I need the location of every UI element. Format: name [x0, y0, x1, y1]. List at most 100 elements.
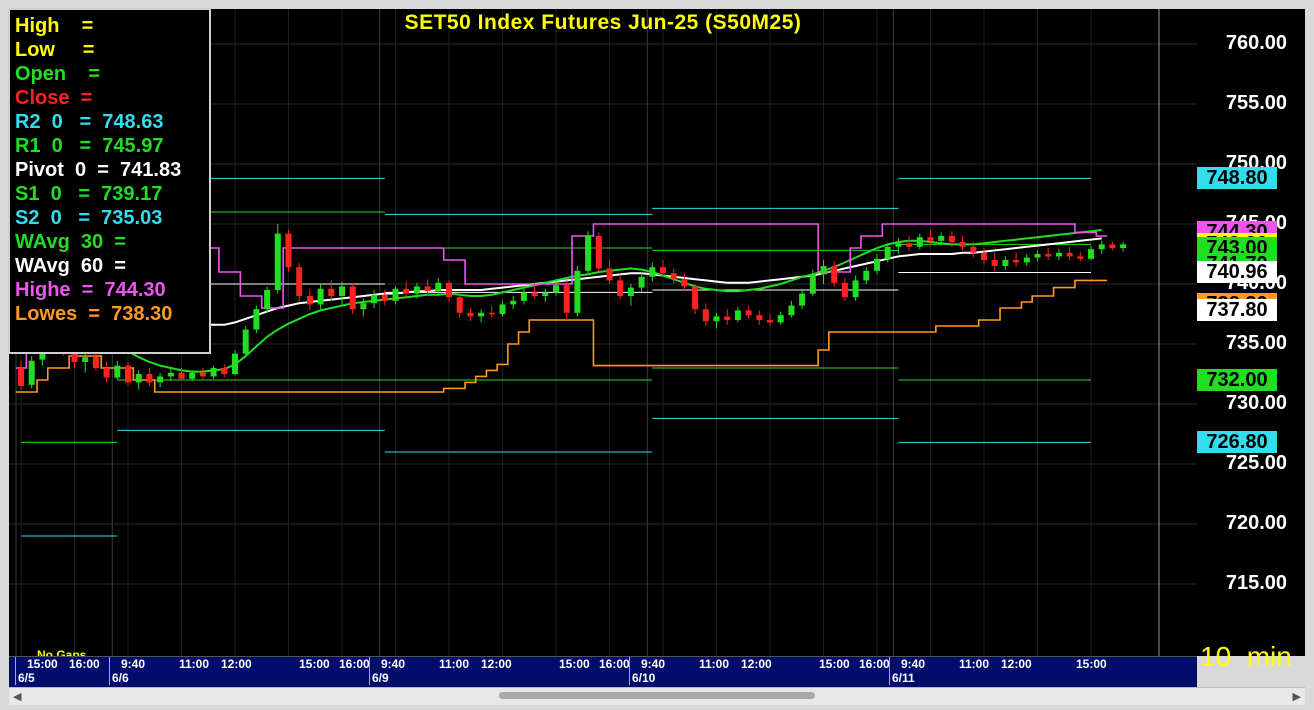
legend-row: WAvg 60 = — [15, 255, 126, 277]
x-time-label: 9:40 — [121, 657, 146, 671]
y-value-badge: 737.80 — [1197, 299, 1277, 322]
x-time-label: 15:00 — [299, 657, 330, 671]
candle-down — [446, 282, 452, 298]
x-time-label: 12:00 — [221, 657, 252, 671]
candle-up — [520, 292, 527, 301]
candle-down — [563, 285, 570, 313]
legend-row: S2 0 = 735.03 — [15, 207, 163, 229]
scroll-thumb[interactable] — [499, 692, 815, 699]
y-tick-label: 735.00 — [1225, 332, 1287, 354]
y-value-badge: 732.00 — [1197, 369, 1277, 391]
legend-row: Open = — [15, 63, 101, 85]
legend-row: Lowes = 738.30 — [15, 303, 173, 325]
x-time-label: 11:00 — [179, 657, 210, 671]
candle-down — [296, 267, 303, 296]
candle-down — [1066, 252, 1073, 257]
candle-down — [424, 286, 431, 292]
x-date-label: 6/11 — [892, 671, 915, 685]
price-axis[interactable]: 760.00755.00750.00745.00740.00735.00730.… — [1197, 9, 1305, 656]
x-session-separator — [629, 657, 630, 685]
candle-up — [510, 300, 517, 305]
candle-up — [210, 368, 217, 377]
scroll-right-arrow-icon[interactable]: ▶ — [1293, 690, 1301, 703]
x-time-label: 15:00 — [1076, 657, 1107, 671]
candle-down — [306, 296, 313, 305]
candle-down — [199, 372, 206, 377]
x-time-label: 9:40 — [381, 657, 406, 671]
candle-up — [799, 293, 806, 306]
candle-down — [970, 246, 977, 253]
legend-panel: High = Low = Open = Close = R2 0 = 748.63 R1 … — [8, 8, 211, 354]
x-time-label: 9:40 — [901, 657, 926, 671]
candle-up — [1088, 249, 1094, 259]
candle-up — [874, 258, 880, 271]
candle-down — [841, 282, 848, 298]
legend-row: WAvg 30 = — [15, 231, 126, 253]
candle-up — [274, 233, 281, 290]
candle-down — [991, 260, 998, 266]
legend-row: Low = — [15, 39, 95, 61]
scroll-left-arrow-icon[interactable]: ◀ — [13, 690, 21, 703]
candle-up — [585, 236, 592, 271]
horizontal-scrollbar[interactable]: ◀ ▶ — [9, 687, 1305, 705]
candle-down — [595, 236, 602, 269]
x-time-label: 11:00 — [959, 657, 990, 671]
candle-up — [1002, 260, 1009, 266]
candle-down — [456, 297, 463, 313]
candle-down — [927, 237, 934, 241]
x-date-label: 6/10 — [632, 671, 656, 685]
candle-down — [1013, 260, 1020, 263]
candle-down — [178, 372, 185, 379]
candle-up — [777, 315, 784, 323]
candle-up — [478, 312, 485, 317]
candle-up — [371, 294, 378, 304]
candle-up — [167, 372, 174, 377]
candle-up — [1055, 252, 1062, 257]
y-tick-label: 730.00 — [1225, 392, 1287, 414]
candle-down — [467, 312, 474, 317]
candle-up — [895, 243, 902, 247]
candle-down — [606, 268, 613, 281]
time-axis[interactable]: 15:00 16:00 9:40 11:00 12:00 15:00 16:00 9:40 11… — [9, 656, 1197, 687]
candle-down — [488, 312, 495, 315]
candle-down — [1109, 244, 1116, 248]
candle-up — [253, 309, 260, 330]
candle-up — [938, 236, 945, 241]
candle-down — [767, 320, 773, 323]
candle-down — [125, 365, 131, 383]
candle-down — [681, 279, 688, 287]
candle-down — [906, 243, 913, 247]
candle-up — [499, 304, 506, 314]
candle-up — [627, 287, 634, 296]
candle-down — [745, 310, 752, 316]
x-time-label: 15:00 — [559, 657, 590, 671]
legend-row: R1 0 = 745.97 — [15, 135, 164, 157]
x-time-label: 16:00 — [599, 657, 630, 671]
x-time-label: 16:00 — [339, 657, 370, 671]
x-date-label: 6/9 — [372, 671, 389, 685]
candle-down — [660, 267, 666, 274]
candle-up — [852, 280, 859, 298]
interval-label[interactable]: 10 min — [1200, 641, 1292, 673]
candle-down — [1045, 254, 1052, 257]
candle-down — [692, 286, 699, 310]
y-tick-label: 715.00 — [1225, 572, 1287, 594]
candle-up — [649, 267, 656, 277]
candle-up — [863, 270, 870, 281]
candle-down — [617, 280, 624, 296]
candle-up — [734, 310, 741, 320]
candle-up — [809, 274, 816, 294]
candle-down — [221, 368, 228, 374]
y-tick-label: 725.00 — [1225, 452, 1287, 474]
legend-row: R2 0 = 748.63 — [15, 111, 164, 133]
y-tick-label: 760.00 — [1225, 32, 1287, 54]
candle-up — [82, 357, 89, 362]
candle-down — [1077, 256, 1084, 259]
chart-window: SET50 Index Futures Jun-25 (S50M25) No G… — [0, 0, 1314, 710]
candle-down — [670, 273, 677, 280]
candle-up — [317, 288, 324, 305]
candle-up — [638, 276, 645, 288]
x-time-label: 15:00 — [27, 657, 58, 671]
x-session-separator — [369, 657, 370, 685]
y-value-badge: 726.80 — [1197, 431, 1277, 454]
